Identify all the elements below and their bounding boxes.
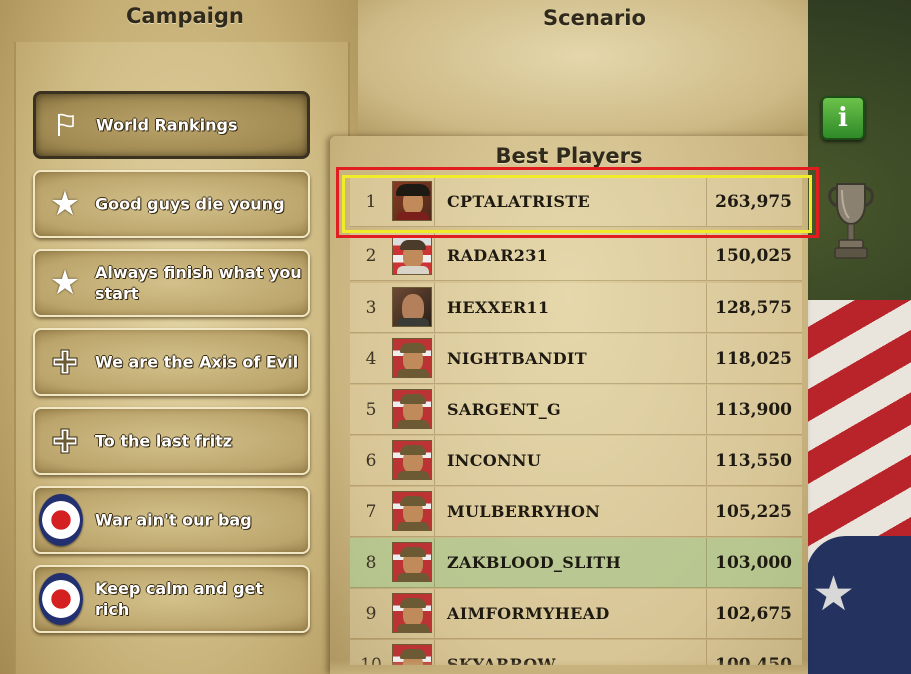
player-name: SARGENT_G — [447, 400, 562, 419]
info-button[interactable]: i — [821, 96, 865, 140]
rank-number: 3 — [365, 297, 377, 318]
table-row[interactable]: 2 RADAR231 150,025 — [350, 231, 802, 281]
player-avatar — [392, 593, 432, 633]
rank-number: 6 — [365, 450, 377, 471]
player-avatar — [392, 287, 432, 327]
player-score: 118,025 — [715, 348, 792, 369]
player-name: ZAKBLOOD_SLITH — [447, 553, 622, 572]
rank-number: 5 — [365, 399, 377, 420]
table-row[interactable]: 7 MULBERRYHON 105,225 — [350, 487, 802, 537]
player-score: 128,575 — [715, 297, 792, 318]
player-name: MULBERRYHON — [447, 502, 601, 521]
table-row[interactable]: 4 NIGHTBANDIT 118,025 — [350, 334, 802, 384]
player-avatar — [392, 542, 432, 582]
rankings-list[interactable]: 1 CPTALATRISTE 263,975 2 RADAR231 150,02… — [0, 0, 911, 665]
player-score: 102,675 — [715, 603, 792, 624]
player-avatar — [392, 440, 432, 480]
table-row[interactable]: 5 SARGENT_G 113,900 — [350, 385, 802, 435]
player-avatar — [392, 389, 432, 429]
rank-number: 2 — [365, 245, 377, 266]
player-score: 103,000 — [715, 552, 792, 573]
player-avatar — [392, 491, 432, 531]
player-score: 113,900 — [715, 399, 792, 420]
list-fade — [330, 660, 808, 674]
player-score: 150,025 — [715, 245, 792, 266]
rank-number: 7 — [365, 501, 377, 522]
player-name: HEXXER11 — [447, 298, 550, 317]
player-score: 113,550 — [715, 450, 792, 471]
table-row[interactable]: 9 AIMFORMYHEAD 102,675 — [350, 589, 802, 639]
player-score: 105,225 — [715, 501, 792, 522]
player-name: NIGHTBANDIT — [447, 349, 587, 368]
table-row[interactable]: 6 INCONNU 113,550 — [350, 436, 802, 486]
player-name: AIMFORMYHEAD — [447, 604, 610, 623]
rank-number: 9 — [365, 603, 377, 624]
table-row-current-player[interactable]: 8 ZAKBLOOD_SLITH 103,000 — [350, 538, 802, 588]
player-avatar — [392, 235, 432, 275]
rank-number: 8 — [365, 552, 377, 573]
player-name: RADAR231 — [447, 246, 549, 265]
trophy-icon[interactable] — [823, 178, 879, 266]
highlight-box-inner — [342, 175, 812, 233]
table-row[interactable]: 3 HEXXER11 128,575 — [350, 283, 802, 333]
player-avatar — [392, 338, 432, 378]
rank-number: 4 — [365, 348, 377, 369]
player-name: INCONNU — [447, 451, 542, 470]
